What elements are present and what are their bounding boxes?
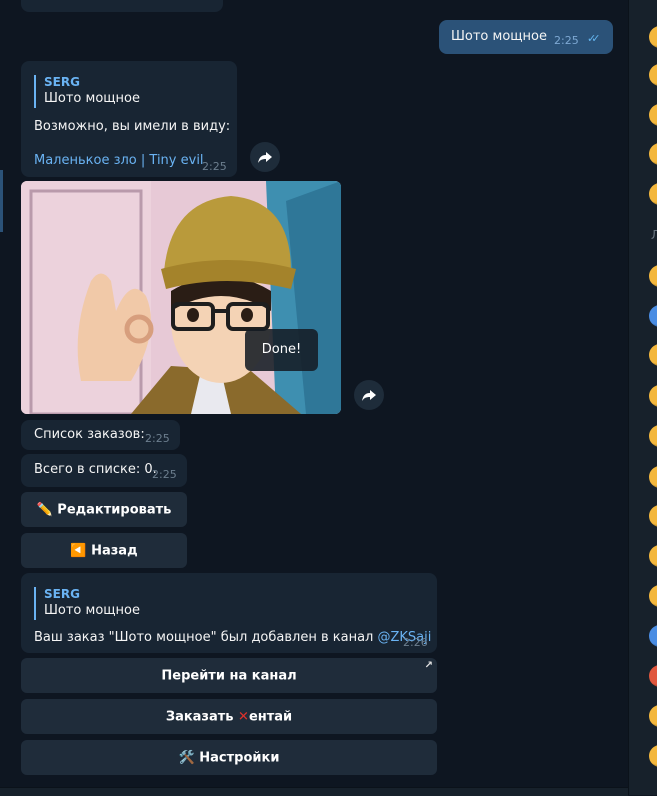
message-time: 2:25 <box>554 34 579 47</box>
emoji-icon[interactable] <box>649 385 657 407</box>
message-text: Ваш заказ "Шото мощное" был добавлен в к… <box>34 629 431 647</box>
read-check-icon: ✓✓ <box>587 32 601 45</box>
edit-button-label: ✏️ Редактировать <box>36 502 172 517</box>
emoji-icon[interactable] <box>649 705 657 727</box>
outgoing-message[interactable]: Шото мощное 2:25 ✓✓ <box>439 20 613 54</box>
share-arrow-icon <box>362 390 376 401</box>
emoji-section-letter: Л <box>651 228 657 250</box>
back-button-label: ◀️ Назад <box>70 543 138 558</box>
suggestion-link[interactable]: Маленькое зло | Tiny evil <box>34 152 204 170</box>
reply-author: SERG <box>44 75 80 89</box>
emoji-icon[interactable] <box>649 745 657 767</box>
message-text: Шото мощное <box>451 29 547 44</box>
emoji-icon[interactable] <box>649 545 657 567</box>
reply-text: Шото мощное <box>44 91 140 106</box>
emoji-icon[interactable] <box>649 625 657 647</box>
done-toast: Done! <box>245 329 318 371</box>
reply-author: SERG <box>44 587 80 601</box>
emoji-icon[interactable] <box>649 26 657 48</box>
external-link-icon: ↗ <box>424 660 433 671</box>
message-text-body: Ваш заказ "Шото мощное" был добавлен в к… <box>34 630 378 645</box>
settings-button-label: 🛠️ Настройки <box>178 750 280 765</box>
order-count-message[interactable]: Всего в списке: 0. 2:25 <box>21 454 187 487</box>
message-time: 2:25 <box>145 432 170 445</box>
emoji-icon[interactable] <box>649 305 657 327</box>
order-hentai-label: Заказать ✕ентай <box>21 709 437 724</box>
back-button[interactable]: ◀️ Назад <box>21 533 187 568</box>
scroll-accent <box>0 170 3 232</box>
emoji-icon[interactable] <box>649 143 657 165</box>
order-list-message[interactable]: Список заказов: 2:25 <box>21 420 180 450</box>
reply-text: Шото мощное <box>44 603 140 618</box>
bot-message-suggestion[interactable]: SERG Шото мощное Возможно, вы имели в ви… <box>21 61 237 177</box>
emoji-icon[interactable] <box>649 505 657 527</box>
share-arrow-icon <box>258 152 272 163</box>
reply-quote[interactable]: SERG Шото мощное <box>34 587 140 620</box>
order-hentai-button[interactable]: Заказать ✕ентай <box>21 699 437 734</box>
emoji-icon[interactable] <box>649 466 657 488</box>
previous-message-bubble <box>21 0 223 12</box>
order-label-prefix: Заказать <box>165 709 239 724</box>
go-to-channel-button[interactable]: Перейти на канал ↗ <box>21 658 437 693</box>
chat-area: Шото мощное 2:25 ✓✓ SERG Шото мощное Воз… <box>0 0 628 796</box>
message-time: 2:25 <box>202 160 227 173</box>
forward-button[interactable] <box>354 380 384 410</box>
emoji-icon[interactable] <box>649 183 657 205</box>
photo-image <box>21 181 341 414</box>
bot-message-confirmation[interactable]: SERG Шото мощное Ваш заказ "Шото мощное"… <box>21 573 437 653</box>
emoji-icon[interactable] <box>649 64 657 86</box>
message-text: Возможно, вы имели в виду: <box>34 119 231 134</box>
emoji-panel: Л <box>628 0 657 795</box>
edit-button[interactable]: ✏️ Редактировать <box>21 492 187 527</box>
forward-button[interactable] <box>250 142 280 172</box>
reply-quote[interactable]: SERG Шото мощное <box>34 75 140 108</box>
order-label-suffix: ентай <box>248 709 293 724</box>
settings-button[interactable]: 🛠️ Настройки <box>21 740 437 775</box>
cross-mark-icon: ✕ <box>238 709 249 724</box>
message-text: Список заказов: <box>34 427 145 442</box>
emoji-icon[interactable] <box>649 585 657 607</box>
message-time: 2:26 <box>403 636 428 649</box>
emoji-icon[interactable] <box>649 344 657 366</box>
anime-photo[interactable]: Done! <box>21 181 341 414</box>
emoji-icon[interactable] <box>649 665 657 687</box>
emoji-icon[interactable] <box>649 265 657 287</box>
emoji-icon[interactable] <box>649 425 657 447</box>
message-time: 2:25 <box>152 468 177 481</box>
go-to-channel-label: Перейти на канал <box>161 668 297 683</box>
emoji-icon[interactable] <box>649 104 657 126</box>
message-text: Всего в списке: 0. <box>34 462 157 477</box>
